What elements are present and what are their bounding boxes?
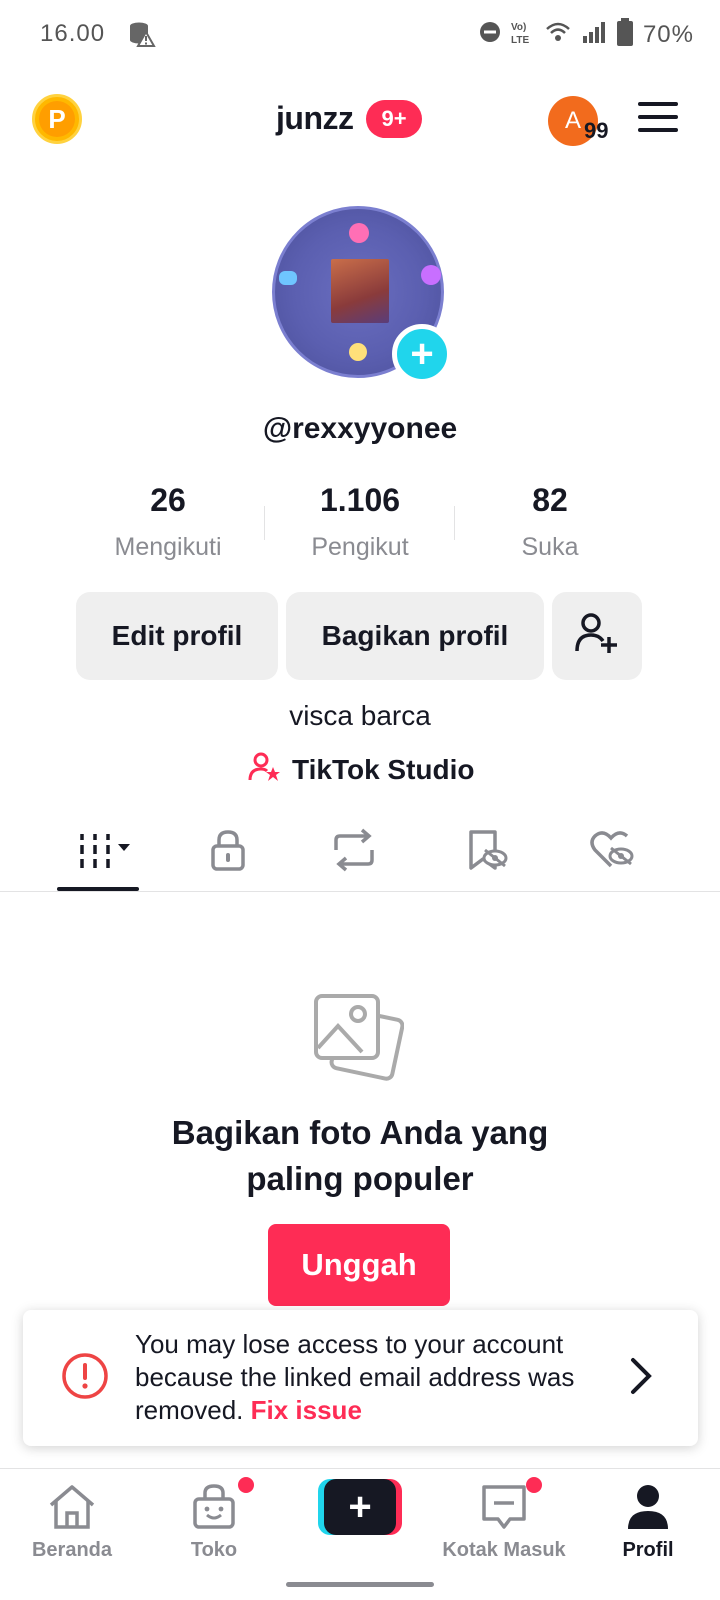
studio-icon (248, 750, 282, 789)
notification-badge[interactable]: 9+ (366, 100, 422, 138)
coin-icon[interactable]: P (32, 94, 82, 144)
bottom-nav: Beranda Toko + Kotak Masuk Profil (0, 1468, 720, 1600)
tab-liked[interactable] (582, 828, 642, 876)
chevron-right-icon[interactable] (629, 1356, 653, 1401)
status-bar: 16.00 Vo) LTE 70% (0, 0, 720, 68)
shop-notification-dot (238, 1477, 254, 1493)
stat-following-value: 26 (150, 482, 186, 518)
home-icon (47, 1483, 97, 1536)
create-button[interactable]: + (318, 1479, 402, 1535)
story-count: 99 (584, 118, 609, 143)
stat-followers-label: Pengikut (311, 533, 409, 561)
nav-home[interactable]: Beranda (2, 1483, 142, 1562)
shopping-bag-icon (191, 1483, 237, 1536)
profile-icon (626, 1483, 670, 1536)
plus-icon: + (324, 1479, 396, 1535)
home-indicator (286, 1582, 434, 1587)
svg-text:LTE: LTE (511, 35, 529, 45)
add-story-button[interactable]: + (392, 324, 452, 384)
stat-likes-value: 82 (532, 482, 568, 518)
nav-inbox[interactable]: Kotak Masuk (434, 1477, 574, 1562)
fix-issue-link[interactable]: Fix issue (251, 1395, 362, 1425)
profile-bio: visca barca (289, 700, 431, 731)
inbox-icon (480, 1483, 528, 1536)
videos-grid-icon (74, 830, 136, 875)
heart-hidden-icon (589, 828, 635, 877)
stat-likes-label: Suka (521, 533, 579, 561)
stat-followers[interactable]: 1.106 Pengikut (270, 482, 450, 562)
active-tab-indicator (57, 887, 139, 891)
warning-message: You may lose access to your account beca… (135, 1328, 615, 1427)
stat-likes[interactable]: 82 Suka (460, 482, 640, 562)
add-user-icon (573, 609, 621, 664)
avatar-photo (331, 259, 389, 323)
volte-icon: Vo) LTE (511, 19, 535, 50)
nav-shop[interactable]: Toko (144, 1477, 284, 1562)
repost-icon (330, 828, 378, 877)
nav-profile[interactable]: Profil (578, 1483, 718, 1562)
empty-title-line2: paling populer (246, 1160, 474, 1197)
stat-followers-value: 1.106 (319, 482, 401, 518)
status-time: 16.00 (40, 20, 106, 47)
dnd-icon (479, 21, 501, 48)
lock-icon (208, 828, 248, 877)
top-bar: P junzz 9+ A 99 (0, 86, 720, 150)
tab-favorites[interactable] (456, 828, 516, 876)
empty-title-line1: Bagikan foto Anda yang (171, 1114, 549, 1151)
status-icons: Vo) LTE 70% (479, 18, 694, 51)
upload-button[interactable]: Unggah (268, 1224, 450, 1306)
bookmark-hidden-icon (463, 828, 509, 877)
nav-profile-label: Profil (622, 1539, 674, 1561)
nav-home-label: Beranda (31, 1539, 113, 1561)
wifi-icon (545, 21, 571, 48)
inbox-notification-dot (526, 1477, 542, 1493)
profile-handle: @rexxyyonee (262, 412, 458, 445)
account-switcher[interactable]: junzz (276, 100, 354, 137)
tab-videos[interactable] (70, 828, 140, 876)
edit-profile-button[interactable]: Edit profil (76, 592, 278, 680)
menu-icon[interactable] (638, 102, 678, 134)
signal-icon (581, 20, 607, 49)
add-friend-button[interactable] (552, 592, 642, 680)
share-profile-button[interactable]: Bagikan profil (286, 592, 544, 680)
tab-private[interactable] (198, 828, 258, 876)
empty-state-title: Bagikan foto Anda yang paling populer (0, 1110, 720, 1202)
svg-text:Vo): Vo) (511, 22, 526, 33)
stat-following-label: Mengikuti (114, 533, 222, 561)
database-warning-icon (128, 20, 156, 53)
nav-inbox-label: Kotak Masuk (442, 1539, 566, 1561)
email-warning-banner[interactable]: You may lose access to your account beca… (23, 1310, 698, 1446)
tiktok-studio-link[interactable]: TikTok Studio (248, 750, 475, 789)
nav-shop-label: Toko (190, 1539, 238, 1561)
battery-icon (616, 18, 633, 51)
photos-icon (312, 992, 405, 1089)
alert-icon (61, 1352, 109, 1405)
tab-reposts[interactable] (324, 828, 384, 876)
content-tabs (0, 812, 720, 892)
stat-following[interactable]: 26 Mengikuti (78, 482, 258, 562)
studio-label: TikTok Studio (292, 753, 475, 785)
battery-level: 70% (642, 20, 694, 48)
